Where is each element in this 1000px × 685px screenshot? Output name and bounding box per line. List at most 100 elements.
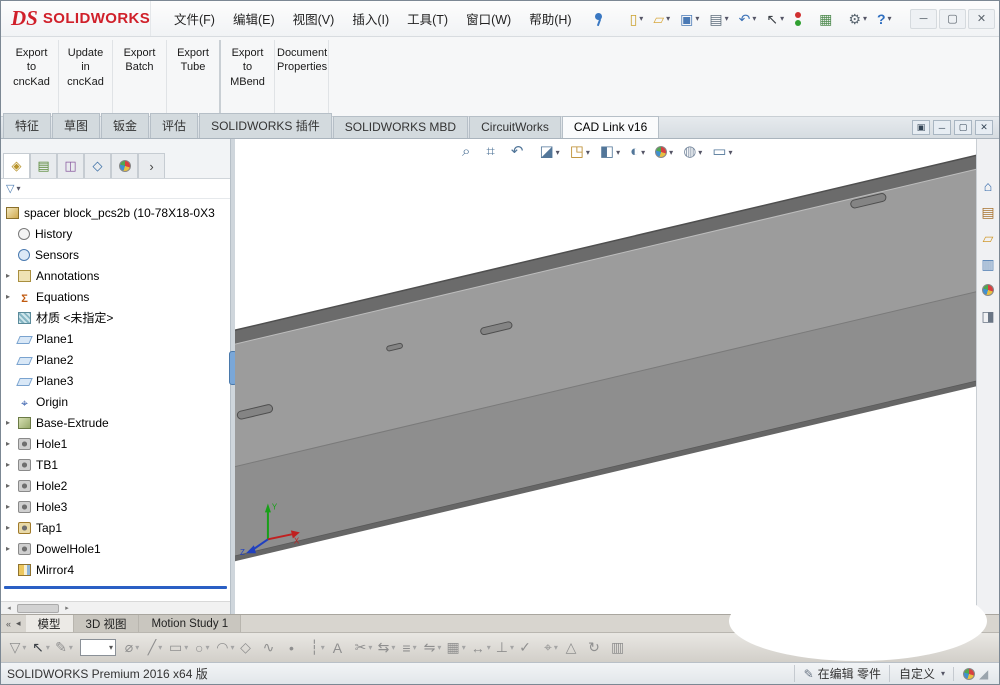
dropdown-caret-icon[interactable] — [639, 14, 643, 23]
dropdown-caret-icon[interactable] — [752, 14, 756, 23]
trim-entities[interactable]: ✂ — [352, 636, 374, 660]
view-settings[interactable]: ▭ — [709, 143, 735, 161]
dropdown-caret-icon[interactable] — [725, 14, 729, 23]
units-caret-icon[interactable] — [941, 669, 945, 678]
scroll-prev[interactable]: ◂ — [16, 618, 21, 629]
view-palette[interactable]: ▥ — [979, 255, 998, 273]
ribbon-tab[interactable]: 草图 — [52, 113, 101, 138]
document-tab[interactable]: 模型 — [25, 615, 74, 632]
ribbon-tab[interactable]: CAD Link v16 — [561, 116, 660, 138]
tree-item[interactable]: ▸ Plane3 — [1, 370, 230, 391]
print[interactable]: ▤ — [706, 9, 731, 29]
zoom-fit[interactable]: ⌕ — [459, 143, 479, 161]
dropdown-caret-icon[interactable] — [616, 148, 620, 157]
command-button[interactable]: Export to cncKad — [5, 40, 59, 113]
menu-item[interactable]: 帮助(H) — [520, 4, 580, 33]
close-button[interactable]: ✕ — [968, 8, 995, 29]
expand-arrow-icon[interactable]: ▸ — [6, 523, 18, 532]
rapid-sketch[interactable]: △ — [563, 636, 585, 660]
expand-arrow-icon[interactable]: ▸ — [6, 460, 18, 469]
options-gear[interactable]: ⚙ — [845, 9, 870, 29]
tree-item[interactable]: ▸ 材质 <未指定> — [1, 307, 230, 328]
tree-item[interactable]: ▸ Base-Extrude — [1, 412, 230, 433]
command-button[interactable]: Export Tube — [167, 40, 221, 113]
evaluate-sheet[interactable]: ▦ — [816, 9, 841, 29]
tree-item[interactable]: ▸ Tap1 — [1, 517, 230, 538]
dropdown-caret-icon[interactable] — [666, 14, 670, 23]
text[interactable]: A — [329, 636, 351, 660]
expand-arrow-icon[interactable]: ▸ — [6, 292, 18, 301]
minimize-button[interactable]: ─ — [910, 8, 937, 29]
tree-item[interactable]: ▸ TB1 — [1, 454, 230, 475]
menu-item[interactable]: 工具(T) — [398, 4, 457, 33]
selection-filter[interactable]: ▽ — [7, 636, 29, 660]
displaymanager-tab[interactable] — [111, 153, 138, 178]
custom-properties[interactable]: ◨ — [979, 307, 998, 325]
mirror-entities[interactable]: ⇋ — [421, 636, 443, 660]
menu-item[interactable]: 文件(F) — [165, 4, 224, 33]
ribbon-tab[interactable]: CircuitWorks — [469, 116, 561, 138]
previous-view[interactable]: ↶ — [508, 143, 533, 161]
command-button[interactable]: Update in cncKad — [59, 40, 113, 113]
dropdown-caret-icon[interactable] — [510, 643, 514, 652]
float-document[interactable]: ▣ — [912, 120, 930, 135]
tree-item[interactable]: ▸ Plane2 — [1, 349, 230, 370]
tree-item[interactable]: ▸ History — [1, 223, 230, 244]
dropdown-caret-icon[interactable] — [698, 148, 702, 157]
graphics-viewport[interactable]: Y X Z ⌕ ⌗ ↶ ◪ ▾ ◳ ▾ ◧ ▾ ◐ ▾ ▾ ◍ ▾ ▭ ▾ ⌂ … — [235, 139, 999, 614]
sketch-picture[interactable]: ▥ — [609, 636, 632, 660]
tree-item[interactable]: ▸ Hole1 — [1, 433, 230, 454]
section-view[interactable]: ◪ — [536, 143, 562, 161]
dropdown-caret-icon[interactable] — [695, 14, 699, 23]
arc[interactable]: ◠ — [214, 636, 236, 660]
menu-item[interactable]: 视图(V) — [284, 4, 344, 33]
appearances-scenes[interactable] — [979, 281, 998, 299]
command-button[interactable]: Export to MBend — [221, 40, 275, 113]
view-orientation[interactable]: ◳ — [567, 143, 593, 161]
propertymanager-tab[interactable]: ▤ — [30, 153, 57, 178]
restore-document[interactable]: ▢ — [954, 120, 972, 135]
dropdown-caret-icon[interactable] — [22, 643, 26, 652]
tree-horizontal-scrollbar[interactable] — [1, 601, 230, 614]
scroll-left-icon[interactable] — [3, 604, 15, 612]
sketch[interactable]: ✎ — [53, 636, 75, 660]
dropdown-caret-icon[interactable] — [184, 643, 188, 652]
featuremanager-tree-tab[interactable]: ◈ — [3, 153, 30, 178]
filter-funnel-icon[interactable]: ▽ — [6, 182, 14, 195]
menu-item[interactable]: 窗口(W) — [457, 4, 520, 33]
open-folder[interactable]: ▱ — [650, 9, 673, 29]
command-button[interactable]: Document Properties — [275, 40, 329, 113]
menu-item[interactable]: 插入(I) — [343, 4, 398, 33]
dropdown-caret-icon[interactable] — [728, 148, 732, 157]
ribbon-tab[interactable]: SOLIDWORKS MBD — [332, 116, 469, 138]
scroll-right-icon[interactable] — [61, 604, 73, 612]
line[interactable]: ╱ — [144, 636, 166, 660]
select-arrow[interactable]: ↖ — [30, 636, 52, 660]
dropdown-caret-icon[interactable] — [205, 643, 209, 652]
tree-item[interactable]: ▸ DowelHole1 — [1, 538, 230, 559]
design-library[interactable]: ▤ — [979, 203, 998, 221]
document-tab[interactable]: 3D 视图 — [73, 615, 140, 632]
dropdown-caret-icon[interactable] — [321, 643, 325, 652]
corner-rectangle[interactable]: ▭ — [167, 636, 190, 660]
point[interactable]: • — [283, 636, 305, 660]
spline[interactable]: ∿ — [260, 636, 282, 660]
display-relations[interactable]: ⊥ — [494, 636, 516, 660]
expand-arrow-icon[interactable]: ▸ — [6, 544, 18, 553]
units-selector[interactable]: 自定义 — [888, 665, 945, 682]
dropdown-caret-icon[interactable] — [368, 643, 372, 652]
dropdown-caret-icon[interactable] — [413, 643, 417, 652]
home[interactable]: ⌂ — [979, 177, 998, 195]
xpress-products[interactable] — [791, 9, 812, 29]
instant-2d[interactable]: ↻ — [586, 636, 608, 660]
dropdown-caret-icon[interactable] — [462, 643, 466, 652]
expand-arrow-icon[interactable]: ▸ — [6, 502, 18, 511]
pushpin-icon[interactable] — [591, 11, 605, 27]
tree-item[interactable]: ▸ Annotations — [1, 265, 230, 286]
ribbon-tab[interactable]: 特征 — [3, 113, 52, 138]
expand-arrow-icon[interactable]: ▸ — [6, 418, 18, 427]
dropdown-caret-icon[interactable] — [586, 148, 590, 157]
expand-arrow-icon[interactable]: ▸ — [6, 271, 18, 280]
dropdown-caret-icon[interactable] — [554, 643, 558, 652]
model-canvas[interactable]: Y X Z — [235, 139, 999, 614]
